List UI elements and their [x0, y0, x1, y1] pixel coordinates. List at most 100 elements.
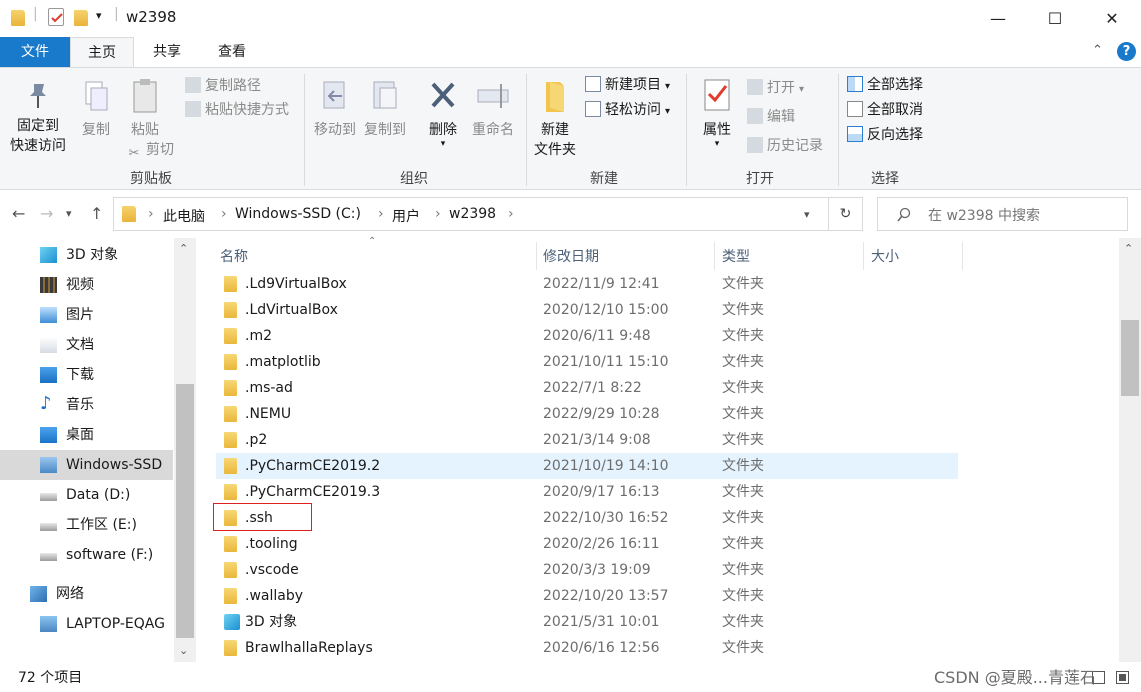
address-dropdown-icon[interactable]: ▾: [804, 208, 810, 221]
paste-button[interactable]: 粘贴: [124, 78, 166, 140]
nav-item[interactable]: 工作区 (E:): [0, 510, 173, 540]
file-row[interactable]: .matplotlib 2021/10/11 15:10 文件夹: [216, 349, 958, 375]
file-date: 2020/6/11 9:48: [543, 328, 651, 344]
up-arrow-icon[interactable]: ↑: [90, 204, 103, 223]
column-divider[interactable]: [714, 242, 715, 270]
nav-item[interactable]: Data (D:): [0, 480, 173, 510]
help-icon[interactable]: ?: [1117, 42, 1136, 61]
new-folder-button[interactable]: 新建 文件夹: [530, 78, 580, 160]
copy-path-button[interactable]: 复制路径: [185, 76, 261, 96]
file-row[interactable]: .LdVirtualBox 2020/12/10 15:00 文件夹: [216, 297, 958, 323]
breadcrumb-separator[interactable]: ›: [435, 206, 441, 222]
breadcrumb-separator[interactable]: ›: [378, 206, 384, 222]
customize-toolbar-icon[interactable]: ▾: [96, 9, 102, 22]
paste-shortcut-button[interactable]: 粘贴快捷方式: [185, 100, 289, 120]
nav-item[interactable]: 图片: [0, 300, 173, 330]
file-row[interactable]: .p2 2021/3/14 9:08 文件夹: [216, 427, 958, 453]
file-row[interactable]: .NEMU 2022/9/29 10:28 文件夹: [216, 401, 958, 427]
scroll-up-icon[interactable]: ⌃: [179, 242, 188, 255]
file-row[interactable]: .PyCharmCE2019.3 2020/9/17 16:13 文件夹: [216, 479, 958, 505]
select-none-button[interactable]: 全部取消: [847, 100, 923, 120]
collapse-ribbon-icon[interactable]: ⌃: [1092, 43, 1103, 58]
move-to-button[interactable]: 移动到: [312, 78, 358, 140]
breadcrumb-this-pc[interactable]: 此电脑: [163, 206, 205, 226]
file-row[interactable]: BrawlhallaReplays 2020/6/16 12:56 文件夹: [216, 635, 958, 661]
music-icon: ♪: [40, 393, 52, 414]
scroll-up-icon[interactable]: ⌃: [1124, 242, 1133, 255]
file-list-scrollbar-thumb[interactable]: [1121, 320, 1139, 396]
maximize-button[interactable]: ☐: [1026, 0, 1084, 37]
nav-item[interactable]: software (F:): [0, 540, 173, 570]
file-row[interactable]: .m2 2020/6/11 9:48 文件夹: [216, 323, 958, 349]
refresh-button[interactable]: ↻: [829, 197, 863, 231]
nav-item[interactable]: Windows-SSD: [0, 450, 173, 480]
minimize-button[interactable]: —: [969, 0, 1027, 37]
new-item-button[interactable]: 新建项目 ▾: [585, 75, 670, 97]
column-header-date[interactable]: 修改日期: [543, 246, 599, 266]
breadcrumb-users[interactable]: 用户: [392, 206, 420, 226]
nav-item[interactable]: 文档: [0, 330, 173, 360]
history-button[interactable]: 历史记录: [747, 136, 823, 156]
properties-button[interactable]: 属性 ▾: [696, 78, 738, 149]
easy-access-button[interactable]: 轻松访问 ▾: [585, 100, 670, 122]
tab-home[interactable]: 主页: [70, 37, 134, 67]
column-header-name[interactable]: 名称: [220, 246, 248, 266]
column-header-size[interactable]: 大小: [871, 246, 899, 266]
pin-quick-access-button[interactable]: 固定到 快速访问: [6, 80, 70, 156]
file-row[interactable]: .PyCharmCE2019.2 2021/10/19 14:10 文件夹: [216, 453, 958, 479]
nav-item[interactable]: LAPTOP-EQAG: [0, 609, 173, 639]
copy-to-button[interactable]: 复制到: [362, 78, 408, 140]
group-divider: [686, 74, 687, 186]
folder-icon: [224, 588, 237, 604]
file-row[interactable]: .ssh 2022/10/30 16:52 文件夹: [216, 505, 958, 531]
tab-view[interactable]: 查看: [200, 37, 264, 67]
nav-item[interactable]: 网络: [0, 579, 173, 609]
breadcrumb-separator[interactable]: ›: [508, 206, 514, 222]
column-divider[interactable]: [962, 242, 963, 270]
nav-scrollbar[interactable]: ⌃ ⌄: [174, 238, 196, 662]
nav-item[interactable]: 3D 对象: [0, 240, 173, 270]
nav-item[interactable]: 下载: [0, 360, 173, 390]
recent-locations-icon[interactable]: ▾: [66, 207, 72, 220]
properties-quick-icon[interactable]: [48, 8, 64, 26]
tab-share[interactable]: 共享: [134, 37, 200, 67]
select-all-button[interactable]: 全部选择: [847, 75, 923, 95]
tab-file[interactable]: 文件: [0, 37, 70, 67]
nav-item[interactable]: 桌面: [0, 420, 173, 450]
breadcrumb-w2398[interactable]: w2398: [449, 206, 496, 222]
file-row[interactable]: 3D 对象 2021/5/31 10:01 文件夹: [216, 609, 958, 635]
back-arrow-icon[interactable]: ←: [12, 204, 25, 223]
search-input[interactable]: 在 w2398 中搜索: [877, 197, 1128, 231]
invert-selection-button[interactable]: 反向选择: [847, 125, 923, 145]
open-button[interactable]: 打开 ▾: [747, 78, 804, 100]
file-row[interactable]: .Ld9VirtualBox 2022/11/9 12:41 文件夹: [216, 271, 958, 297]
copy-button[interactable]: 复制: [76, 80, 116, 140]
scroll-down-icon[interactable]: ⌄: [179, 644, 188, 657]
file-row[interactable]: .vscode 2020/3/3 19:09 文件夹: [216, 557, 958, 583]
file-row[interactable]: .wallaby 2022/10/20 13:57 文件夹: [216, 583, 958, 609]
large-icons-view-icon[interactable]: [1116, 671, 1129, 684]
rename-button[interactable]: 重命名: [468, 78, 518, 140]
column-header-type[interactable]: 类型: [722, 246, 750, 266]
nav-item[interactable]: ♪ 音乐: [0, 390, 173, 420]
nav-scrollbar-thumb[interactable]: [176, 384, 194, 638]
breadcrumb-separator[interactable]: ›: [221, 206, 227, 222]
edit-button[interactable]: 编辑: [747, 107, 795, 127]
file-row[interactable]: .ms-ad 2022/7/1 8:22 文件夹: [216, 375, 958, 401]
easy-access-icon: [585, 101, 601, 117]
folder-icon: [224, 432, 237, 448]
delete-button[interactable]: 删除 ▾: [424, 78, 462, 149]
close-button[interactable]: ✕: [1083, 0, 1141, 37]
nav-item[interactable]: 视频: [0, 270, 173, 300]
cut-button[interactable]: ✂ 剪切: [126, 140, 174, 161]
file-list-scrollbar[interactable]: ⌃: [1119, 238, 1141, 662]
forward-arrow-icon[interactable]: →: [40, 204, 53, 223]
breadcrumb-drive[interactable]: Windows-SSD (C:): [235, 206, 361, 222]
column-divider[interactable]: [536, 242, 537, 270]
breadcrumb-separator[interactable]: ›: [148, 206, 154, 222]
file-row[interactable]: .tooling 2020/2/26 16:11 文件夹: [216, 531, 958, 557]
new-folder-quick-icon[interactable]: [74, 10, 88, 26]
address-bar[interactable]: › 此电脑 › Windows-SSD (C:) › 用户 › w2398 › …: [113, 197, 829, 231]
properties-check-icon: [704, 79, 730, 111]
column-divider[interactable]: [863, 242, 864, 270]
